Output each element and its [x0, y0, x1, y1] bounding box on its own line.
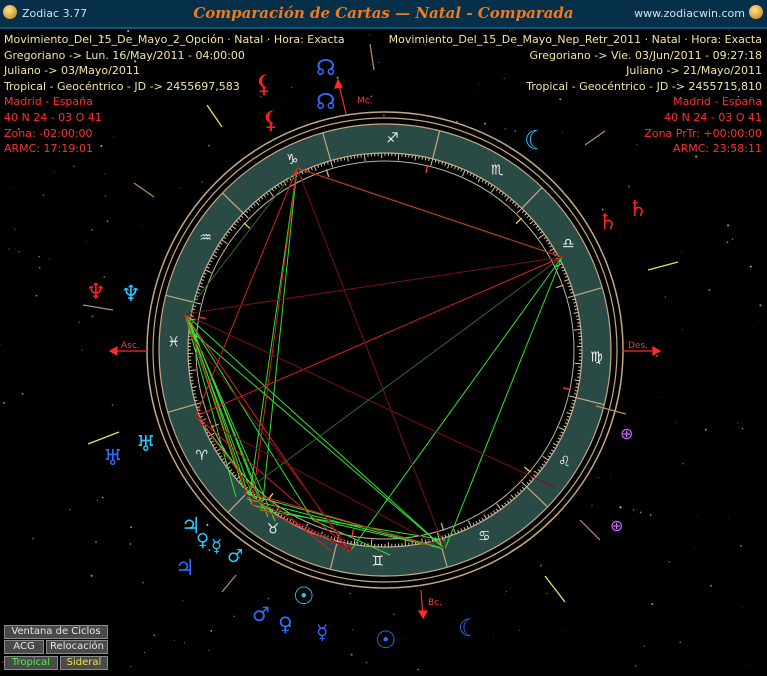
zodiac-sign-glyph: ♓	[167, 335, 180, 351]
moon-icon-outer[interactable]: ☾	[524, 126, 547, 156]
natal-coords: 40 N 24 - 03 O 41	[4, 110, 102, 124]
mc-label: Mc.	[357, 96, 373, 106]
neptune-icon-natal[interactable]: ♆	[86, 280, 106, 305]
saturn-icon-outer[interactable]: ♄	[598, 210, 618, 235]
mercury-icon-natal[interactable]: ☿	[316, 620, 328, 644]
moon-icon-natal[interactable]: ☾	[458, 614, 480, 642]
title-bar: Zodiac 3.77 Comparación de Cartas — Nata…	[0, 0, 767, 29]
natal-armc: ARMC: 17:19:01	[4, 142, 93, 156]
compared-chart-name: Movimiento_Del_15_De_Mayo_Nep_Retr_2011 …	[388, 33, 762, 46]
compared-gregorian-date: Gregoriano -> Vie. 03/Jun/2011 - 09:27:1…	[529, 48, 762, 62]
lilith-icon[interactable]: ⚸	[255, 70, 273, 98]
zodiac-sign-glyph: ♉	[267, 521, 280, 537]
part-of-fortune-icon-outer[interactable]: ⊕	[620, 424, 633, 443]
asc-label: Asc.	[121, 341, 140, 351]
saturn-icon-natal[interactable]: ♄	[628, 197, 648, 222]
zodiac-sign-glyph: ♊	[371, 553, 384, 569]
uranus-icon-natal[interactable]: ♅	[103, 446, 123, 471]
lilith-icon-natal[interactable]: ⚸	[262, 106, 280, 134]
natal-info-panel: Movimiento_Del_15_De_Mayo_2_Opción · Nat…	[4, 32, 345, 157]
mars-icon-natal[interactable]: ♂	[252, 602, 270, 626]
venus-icon-natal[interactable]: ♀	[278, 612, 293, 636]
natal-zone: Zona: -02:00:00	[4, 126, 93, 140]
relocation-button[interactable]: Relocación	[46, 640, 108, 654]
compared-julian-date: Juliano -> 21/Mayo/2011	[626, 64, 762, 78]
tropical-button[interactable]: Tropical	[4, 656, 58, 670]
venus-icon-outer[interactable]: ♀	[196, 530, 209, 551]
natal-gregorian-date: Gregoriano -> Lun. 16/May/2011 - 04:00:0…	[4, 48, 245, 62]
natal-chart-name: Movimiento_Del_15_De_Mayo_2_Opción · Nat…	[4, 33, 345, 46]
compared-place: Madrid - España	[673, 95, 762, 109]
neptune-icon-outer[interactable]: ♆	[121, 282, 141, 307]
zodiac-sign-glyph: ♌	[558, 454, 571, 470]
zodiac-sign-glyph: ♍	[590, 349, 603, 365]
compared-julian-day: Tropical - Geocéntrico - JD -> 2455715,8…	[526, 79, 762, 93]
cycles-window-button[interactable]: Ventana de Ciclos	[4, 625, 108, 639]
natal-julian-date: Juliano -> 03/Mayo/2011	[4, 64, 140, 78]
jupiter-icon-natal[interactable]: ♃	[175, 556, 195, 581]
compared-info-panel: Movimiento_Del_15_De_Mayo_Nep_Retr_2011 …	[389, 32, 762, 157]
des-label: Des.	[628, 341, 648, 351]
mercury-icon-outer[interactable]: ☿	[211, 536, 222, 557]
uranus-icon-outer[interactable]: ♅	[136, 432, 156, 457]
zodiac-sign-glyph: ♒	[199, 230, 212, 246]
natal-place: Madrid - España	[4, 95, 93, 109]
node-icon[interactable]: ☊	[316, 56, 336, 81]
sun-icon-outer[interactable]: ☉	[293, 582, 315, 610]
acg-button[interactable]: ACG	[4, 640, 44, 654]
sun-icon-natal[interactable]: ☉	[375, 626, 397, 654]
compared-zone: Zona PrTr: +00:00:00	[644, 126, 762, 140]
sidereal-button[interactable]: Sideral	[60, 656, 108, 670]
zodiac-sign-glyph: ♋	[478, 529, 491, 545]
compared-armc: ARMC: 23:58:11	[673, 142, 762, 156]
zodiac-sign-glyph: ♎	[562, 236, 575, 252]
zodiac-sign-glyph: ♈	[196, 448, 209, 464]
zodiac-sign-glyph: ♏	[491, 163, 504, 179]
app-logo-icon-right	[749, 5, 763, 19]
node-icon-natal[interactable]: ☊	[316, 90, 336, 115]
compared-coords: 40 N 24 - 03 O 41	[664, 110, 762, 124]
bc-label: Bc.	[428, 598, 442, 608]
mars-icon-outer[interactable]: ♂	[227, 546, 243, 567]
part-of-fortune-icon-natal[interactable]: ⊕	[610, 516, 623, 535]
website-label: www.zodiacwin.com	[634, 7, 745, 20]
natal-julian-day: Tropical - Geocéntrico - JD -> 2455697,5…	[4, 79, 240, 93]
